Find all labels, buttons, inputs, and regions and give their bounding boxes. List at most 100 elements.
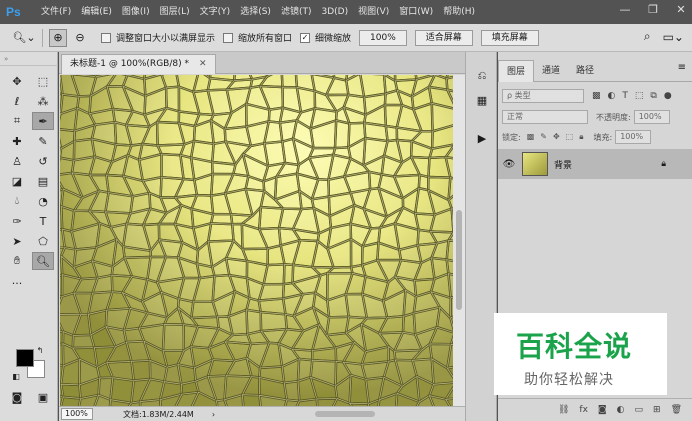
foreground-color-swatch[interactable]	[16, 349, 34, 367]
link-layers-icon[interactable]: ⛓︎	[558, 405, 569, 415]
adjustment-filter-icon[interactable]: ◐	[608, 91, 616, 101]
adjustment-layer-icon[interactable]: ◐	[617, 405, 625, 415]
dodge-tool-icon[interactable]: ◔	[32, 192, 54, 210]
magnifier-icon[interactable]: 🔍︎⌄	[12, 28, 36, 48]
horizontal-scroll-thumb[interactable]	[315, 411, 375, 417]
opacity-field[interactable]: 100%	[633, 110, 670, 124]
brush-tool-icon[interactable]: ✎	[32, 132, 54, 150]
eraser-tool-icon[interactable]: ◪	[6, 172, 28, 190]
fit-screen-button[interactable]: 适合屏幕	[414, 29, 473, 46]
eye-icon[interactable]: 👁︎	[498, 159, 520, 170]
type-filter-icon[interactable]: T	[622, 91, 628, 101]
menu-item[interactable]: 图像(I)	[117, 0, 155, 24]
new-layer-icon[interactable]: ⊞	[653, 405, 661, 415]
minimize-button[interactable]: —	[618, 2, 632, 18]
menu-item[interactable]: 窗口(W)	[394, 0, 438, 24]
zoom-tool-icon[interactable]: 🔍︎	[32, 252, 54, 270]
status-bar: 100% 文档:1.83M/2.44M ›	[59, 406, 465, 421]
document-tab[interactable]: 未标题-1 @ 100%(RGB/8) * ✕	[61, 54, 216, 74]
tab-channels[interactable]: 通道	[534, 60, 568, 82]
layer-mask-icon[interactable]: ◙	[598, 405, 607, 415]
menu-item[interactable]: 滤镜(T)	[276, 0, 317, 24]
checkbox-zoom-all[interactable]: 缩放所有窗口	[223, 31, 292, 44]
lasso-tool-icon[interactable]: ℓ	[6, 92, 28, 110]
pen-tool-icon[interactable]: ✑	[6, 212, 28, 230]
blend-mode-select[interactable]: 正常	[502, 110, 588, 124]
menu-item[interactable]: 视图(V)	[353, 0, 394, 24]
healing-brush-tool-icon[interactable]: ✚	[6, 132, 28, 150]
menu-item[interactable]: 图层(L)	[155, 0, 195, 24]
group-icon[interactable]: ▭	[635, 405, 644, 415]
panel-menu-icon[interactable]: ≡	[678, 62, 686, 73]
menu-item[interactable]: 选择(S)	[235, 0, 276, 24]
clone-stamp-tool-icon[interactable]: ♙	[6, 152, 28, 170]
history-brush-tool-icon[interactable]: ↺	[32, 152, 54, 170]
shape-filter-icon[interactable]: ⬚	[635, 91, 644, 101]
maximize-button[interactable]: ❐	[646, 2, 660, 18]
lock-label: 锁定:	[502, 132, 521, 142]
checkbox-box[interactable]	[223, 32, 234, 43]
move-tool-icon[interactable]: ✥	[6, 72, 28, 90]
magic-wand-tool-icon[interactable]: ⁂	[32, 92, 54, 110]
trash-icon[interactable]: 🗑︎	[671, 405, 682, 415]
eyedropper-tool-icon[interactable]: ✒	[32, 112, 54, 130]
crop-tool-icon[interactable]: ⌗	[6, 112, 28, 130]
menu-bar: Ps 文件(F) 编辑(E) 图像(I) 图层(L) 文字(Y) 选择(S) 滤镜(T) 3D…	[0, 0, 692, 24]
zoom-value-button[interactable]: 100%	[359, 29, 407, 46]
marquee-tool-icon[interactable]: ⬚	[32, 72, 54, 90]
zoom-in-button[interactable]: ⊕	[49, 28, 67, 47]
menu-item[interactable]: 帮助(H)	[438, 0, 480, 24]
tab-layers[interactable]: 图层	[498, 60, 535, 82]
more-tools-icon[interactable]: ···	[6, 274, 28, 292]
layers-panel-footer: ⛓︎ fx ◙ ◐ ▭ ⊞ 🗑︎	[498, 398, 692, 421]
checkbox-box-checked[interactable]: ✓	[300, 32, 311, 43]
history-panel-icon[interactable]: ⎌	[472, 68, 492, 84]
type-tool-icon[interactable]: T	[32, 212, 54, 230]
search-icon[interactable]: ⌕	[644, 29, 651, 44]
pixel-filter-icon[interactable]: ▩	[592, 91, 601, 101]
default-colors-icon[interactable]: ◧	[10, 370, 22, 382]
gradient-tool-icon[interactable]: ▤	[32, 172, 54, 190]
hand-tool-icon[interactable]: ✋︎	[6, 252, 28, 270]
checkbox-resize-window[interactable]: 调整窗口大小以满屏显示	[101, 31, 215, 44]
layer-row-background[interactable]: 👁︎ 背景 🔒︎	[498, 149, 692, 179]
glass-tile-texture	[60, 75, 453, 406]
filter-toggle-icon[interactable]: ●	[664, 91, 672, 101]
canvas[interactable]	[60, 75, 453, 406]
smart-object-filter-icon[interactable]: ⧉	[650, 91, 656, 101]
actions-panel-icon[interactable]: ▶	[472, 130, 492, 146]
path-selection-tool-icon[interactable]: ➤	[6, 232, 28, 250]
menu-item[interactable]: 编辑(E)	[76, 0, 117, 24]
checkbox-label: 调整窗口大小以满屏显示	[116, 34, 216, 44]
shape-tool-icon[interactable]: ⬠	[32, 232, 54, 250]
blur-tool-icon[interactable]: 💧︎	[6, 192, 28, 210]
close-button[interactable]: ✕	[674, 2, 688, 18]
quick-mask-icon[interactable]: ◙	[6, 388, 28, 406]
document-info[interactable]: 文档:1.83M/2.44M	[123, 409, 194, 420]
menu-item[interactable]: 3D(D)	[316, 0, 353, 24]
swap-colors-icon[interactable]: ↰	[34, 344, 46, 356]
vertical-scroll-thumb[interactable]	[456, 210, 462, 310]
vertical-scrollbar[interactable]	[453, 75, 465, 406]
fill-field[interactable]: 100%	[615, 130, 652, 144]
layer-kind-filter[interactable]: ρ 类型	[502, 89, 584, 103]
tab-paths[interactable]: 路径	[568, 60, 602, 82]
layer-style-icon[interactable]: fx	[579, 405, 588, 415]
chevron-right-icon[interactable]: ›	[212, 410, 215, 419]
layer-thumbnail	[522, 152, 548, 176]
checkbox-box[interactable]	[101, 32, 111, 43]
properties-panel-icon[interactable]: ▦	[472, 92, 492, 108]
panel-grip[interactable]: »	[0, 52, 58, 66]
screen-mode-icon[interactable]: ▣	[32, 388, 54, 406]
menu-item[interactable]: 文字(Y)	[195, 0, 236, 24]
zoom-out-button[interactable]: ⊖	[71, 29, 89, 47]
zoom-level-field[interactable]: 100%	[61, 408, 93, 420]
fill-screen-button[interactable]: 填充屏幕	[480, 29, 539, 46]
lock-icons[interactable]: ▩✎✥⬚🔒︎	[527, 132, 590, 142]
checkbox-scrubby-zoom[interactable]: ✓ 细微缩放	[300, 31, 351, 44]
checkbox-label: 缩放所有窗口	[238, 34, 293, 44]
workspace-icon[interactable]: ▭⌄	[663, 30, 684, 44]
fill-label: 填充:	[593, 132, 613, 142]
close-icon[interactable]: ✕	[199, 59, 207, 69]
menu-item[interactable]: 文件(F)	[36, 0, 76, 24]
